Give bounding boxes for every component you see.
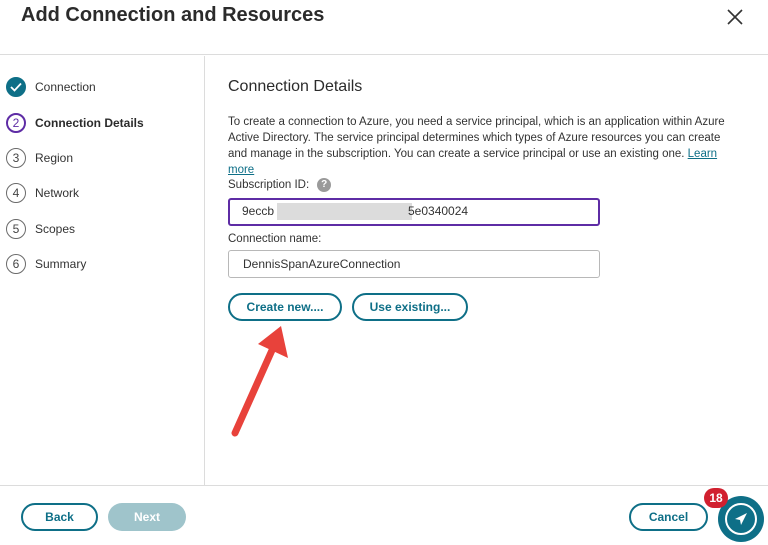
navigation-icon [725, 503, 757, 535]
checkmark-icon [6, 77, 26, 97]
back-button[interactable]: Back [21, 503, 98, 531]
step-label: Connection [35, 80, 96, 94]
step-number: 4 [6, 183, 26, 203]
step-label: Scopes [35, 222, 76, 236]
step-number: 2 [6, 113, 26, 133]
connection-name-label: Connection name: [228, 233, 322, 245]
wizard-steps: Connection 2 Connection Details 3 Region… [0, 56, 205, 485]
step-connection[interactable]: Connection [6, 76, 96, 98]
help-icon[interactable]: ? [317, 178, 332, 192]
dialog-footer: Back Next Cancel [0, 485, 768, 545]
step-number: 5 [6, 219, 26, 239]
step-label: Network [35, 186, 80, 200]
annotation-arrow-icon [231, 326, 288, 437]
step-connection-details[interactable]: 2 Connection Details [6, 112, 144, 134]
connection-name-input[interactable] [228, 250, 600, 278]
step-scopes[interactable]: 5 Scopes [6, 218, 75, 240]
close-icon[interactable] [724, 6, 746, 28]
cancel-button[interactable]: Cancel [629, 503, 708, 531]
create-new-button[interactable]: Create new.... [228, 293, 342, 321]
redaction-block [277, 203, 412, 220]
guide-launcher[interactable]: 18 [704, 488, 765, 543]
step-number: 6 [6, 254, 26, 274]
next-button[interactable]: Next [108, 503, 186, 531]
dialog-title: Add Connection and Resources [21, 4, 325, 26]
step-label: Region [35, 151, 74, 165]
subscription-id-label-text: Subscription ID: [228, 179, 310, 191]
description: To create a connection to Azure, you nee… [228, 114, 733, 178]
step-network[interactable]: 4 Network [6, 182, 79, 204]
subscription-id-label: Subscription ID: ? [228, 178, 332, 192]
step-number: 3 [6, 148, 26, 168]
use-existing-button[interactable]: Use existing... [352, 293, 468, 321]
step-label: Summary [35, 257, 87, 271]
subscription-id-field[interactable]: 9eccb 5e0340024 [228, 198, 600, 226]
section-title: Connection Details [228, 78, 363, 95]
description-text: To create a connection to Azure, you nee… [228, 116, 725, 160]
step-region[interactable]: 3 Region [6, 147, 73, 169]
dialog-header: Add Connection and Resources [0, 0, 768, 55]
notification-badge: 18 [704, 488, 728, 508]
step-label: Connection Details [35, 116, 144, 130]
step-summary[interactable]: 6 Summary [6, 253, 86, 275]
